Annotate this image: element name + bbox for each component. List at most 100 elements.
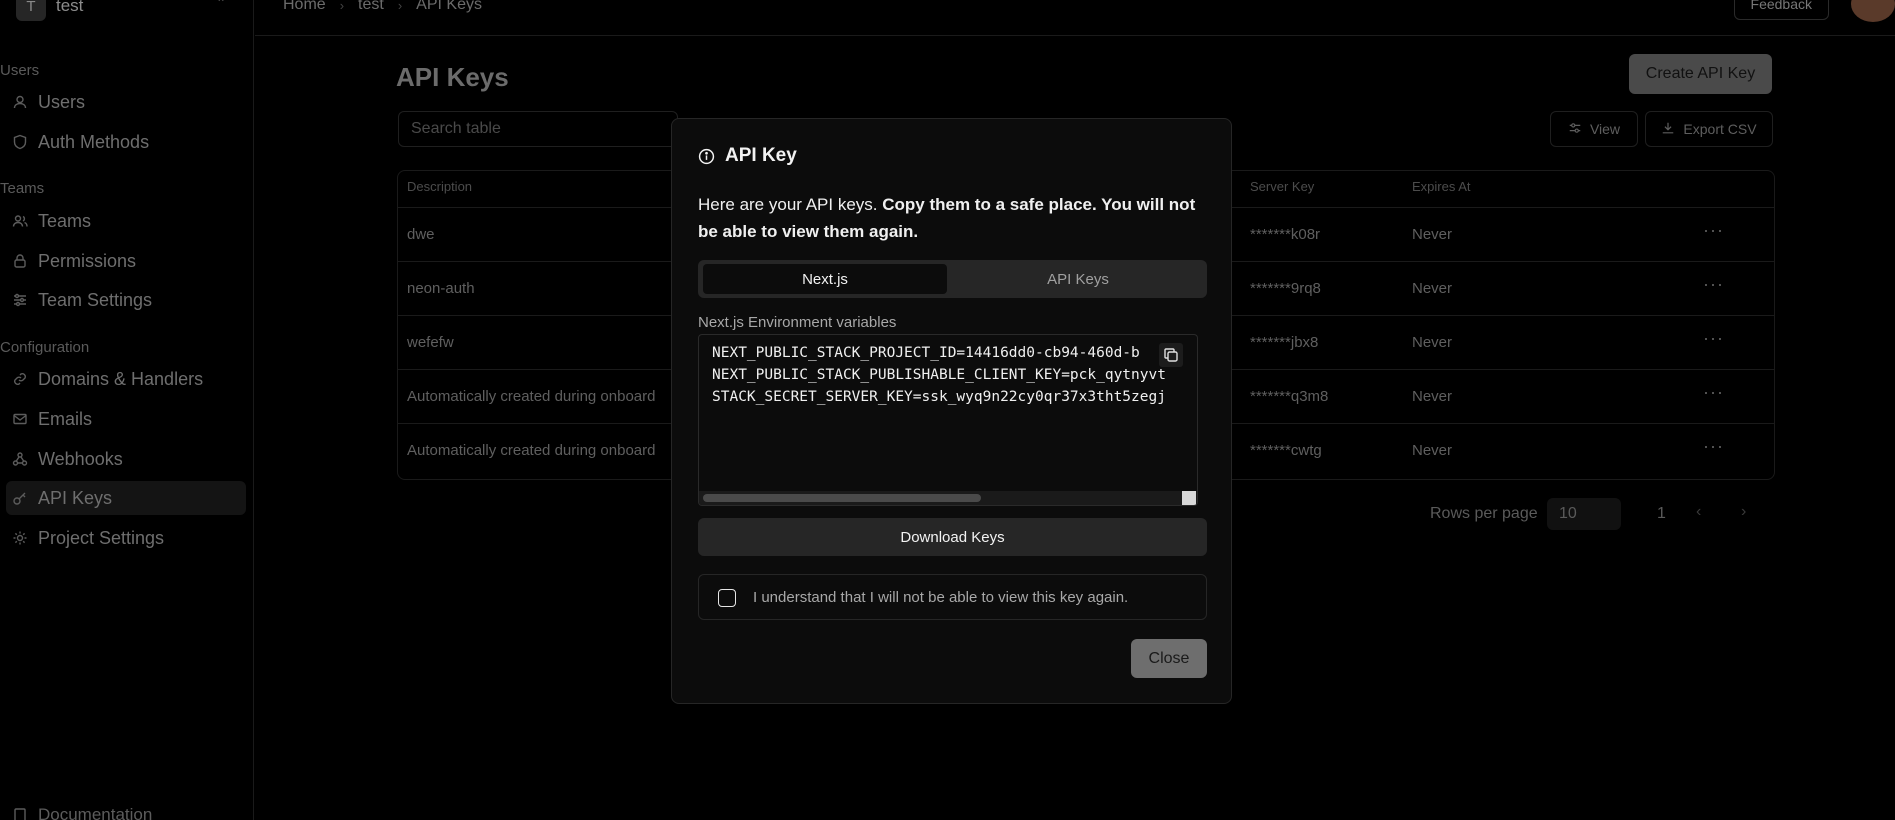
cell-server-key: *******q3m8: [1250, 388, 1329, 405]
code-line: STACK_SECRET_SERVER_KEY=ssk_wyq9n22cy0qr…: [712, 389, 1166, 405]
close-button[interactable]: Close: [1131, 639, 1207, 678]
rows-per-page-select[interactable]: 10: [1547, 498, 1621, 530]
sidebar-item-users[interactable]: Users: [6, 85, 246, 119]
cell-description: Automatically created during onboard: [407, 442, 656, 459]
env-variables-textarea[interactable]: NEXT_PUBLIC_STACK_PROJECT_ID=14416dd0-cb…: [698, 334, 1198, 506]
sidebar-item-emails[interactable]: Emails: [6, 402, 246, 436]
chevron-right-icon: ›: [397, 0, 403, 13]
dialog-description-plain: Here are your API keys.: [698, 195, 883, 214]
cell-expires-at: Never: [1412, 334, 1453, 351]
row-actions-button[interactable]: ···: [1703, 328, 1724, 349]
book-icon: [12, 807, 28, 820]
key-format-tabs: Next.js API Keys: [698, 260, 1207, 298]
sidebar-section-configuration: Configuration: [0, 339, 90, 356]
cell-expires-at: Never: [1412, 388, 1453, 405]
download-keys-button[interactable]: Download Keys: [698, 518, 1207, 556]
copy-icon: [1164, 348, 1178, 362]
column-header-expires-at[interactable]: Expires At: [1412, 179, 1471, 194]
feedback-button[interactable]: Feedback: [1733, 0, 1829, 20]
cell-description: Automatically created during onboard: [407, 388, 656, 405]
mail-icon: [12, 411, 28, 427]
page-number: 1: [1657, 505, 1666, 522]
breadcrumb: Home › test › API Keys: [283, 0, 482, 14]
app-root: T test ⌃ Users Users Auth Methods Teams …: [0, 0, 1895, 820]
breadcrumb-home[interactable]: Home: [283, 0, 326, 14]
env-variables-label: Next.js Environment variables: [698, 314, 897, 331]
confirm-checkbox[interactable]: [718, 589, 736, 607]
chevron-left-icon[interactable]: ‹: [1696, 503, 1701, 521]
project-avatar: T: [16, 0, 46, 21]
export-csv-button[interactable]: Export CSV: [1645, 111, 1773, 147]
page-title: API Keys: [396, 62, 509, 92]
chevron-right-icon: ›: [339, 0, 345, 13]
cell-server-key: *******jbx8: [1250, 334, 1319, 351]
documentation-link[interactable]: Documentation: [12, 805, 152, 820]
cell-server-key: *******k08r: [1250, 226, 1321, 243]
webhook-icon: [12, 451, 28, 467]
row-actions-button[interactable]: ···: [1703, 436, 1724, 457]
cell-description: wefefw: [407, 334, 454, 351]
rows-per-page-value: 10: [1559, 505, 1577, 522]
sidebar-item-auth-methods[interactable]: Auth Methods: [6, 125, 246, 159]
resize-handle[interactable]: [1182, 491, 1196, 505]
tab-api-keys[interactable]: API Keys: [956, 264, 1200, 294]
link-icon: [12, 371, 28, 387]
code-line: NEXT_PUBLIC_STACK_PUBLISHABLE_CLIENT_KEY…: [712, 367, 1166, 383]
chevron-updown-icon: ⌃: [215, 0, 226, 10]
cell-server-key: *******9rq8: [1250, 280, 1321, 297]
cell-expires-at: Never: [1412, 442, 1453, 459]
sliders-icon: [1568, 121, 1582, 138]
dialog-title: API Key: [698, 145, 797, 167]
search-table-input[interactable]: Search table: [398, 111, 678, 147]
sidebar-item-permissions[interactable]: Permissions: [6, 244, 246, 278]
column-header-description[interactable]: Description: [407, 179, 472, 194]
cell-expires-at: Never: [1412, 226, 1453, 243]
tab-nextjs[interactable]: Next.js: [703, 264, 947, 294]
rows-per-page-label: Rows per page: [1430, 505, 1538, 522]
user-avatar[interactable]: [1851, 0, 1895, 22]
row-actions-button[interactable]: ···: [1703, 382, 1724, 403]
cell-description: dwe: [407, 226, 435, 243]
sidebar-item-label: API Keys: [38, 487, 113, 508]
code-line: NEXT_PUBLIC_STACK_PROJECT_ID=14416dd0-cb…: [712, 345, 1140, 361]
breadcrumb-project[interactable]: test: [358, 0, 384, 14]
column-header-server-key[interactable]: Server Key: [1250, 179, 1314, 194]
sidebar-item-label: Domains & Handlers: [38, 368, 204, 389]
sidebar-item-webhooks[interactable]: Webhooks: [6, 442, 246, 476]
chevron-right-icon[interactable]: ›: [1741, 503, 1746, 521]
cell-server-key: *******cwtg: [1250, 442, 1322, 459]
dialog-description: Here are your API keys. Copy them to a s…: [698, 191, 1208, 245]
sidebar-item-label: Emails: [38, 408, 93, 429]
sidebar-item-project-settings[interactable]: Project Settings: [6, 521, 246, 555]
horizontal-scrollbar[interactable]: [699, 491, 1197, 505]
confirm-understand-row[interactable]: I understand that I will not be able to …: [698, 574, 1207, 620]
view-button[interactable]: View: [1550, 111, 1638, 147]
shield-icon: [12, 134, 28, 150]
download-icon: [1661, 121, 1675, 138]
key-icon: [12, 490, 28, 506]
scrollbar-thumb[interactable]: [703, 494, 981, 502]
topbar: Home › test › API Keys Feedback: [255, 0, 1895, 36]
row-actions-button[interactable]: ···: [1703, 274, 1724, 295]
copy-button[interactable]: [1159, 343, 1183, 367]
users-icon: [12, 213, 28, 229]
create-api-key-button[interactable]: Create API Key: [1629, 54, 1772, 94]
sidebar-section-users: Users: [0, 62, 40, 79]
view-label: View: [1589, 121, 1621, 137]
sidebar-item-label: Teams: [38, 210, 92, 231]
dialog-title-text: API Key: [725, 145, 797, 166]
sliders-icon: [12, 292, 28, 308]
row-actions-button[interactable]: ···: [1703, 220, 1724, 241]
sidebar-item-label: Users: [38, 91, 86, 112]
cell-expires-at: Never: [1412, 280, 1453, 297]
sidebar-item-label: Project Settings: [38, 527, 165, 548]
user-icon: [12, 94, 28, 110]
sidebar-item-team-settings[interactable]: Team Settings: [6, 283, 246, 317]
sidebar-item-api-keys[interactable]: API Keys: [6, 481, 246, 515]
sidebar-item-label: Permissions: [38, 250, 137, 271]
sidebar-item-teams[interactable]: Teams: [6, 204, 246, 238]
sidebar-item-domains[interactable]: Domains & Handlers: [6, 362, 246, 396]
project-switcher[interactable]: T test ⌃: [12, 0, 240, 22]
cell-description: neon-auth: [407, 280, 475, 297]
sidebar-item-label: Webhooks: [38, 448, 123, 469]
